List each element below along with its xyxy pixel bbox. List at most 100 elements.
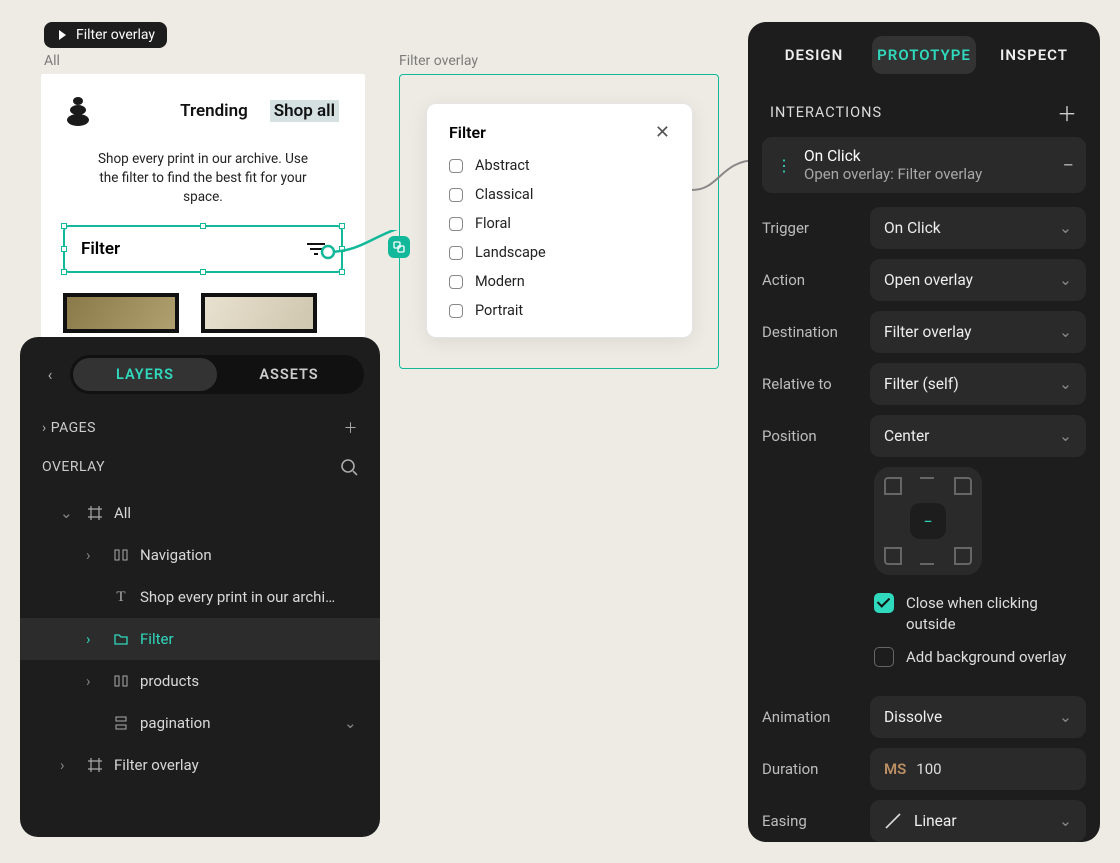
bg-overlay-row[interactable]: Add background overlay — [762, 641, 1086, 674]
checkbox-bg-overlay[interactable] — [874, 647, 894, 667]
trigger-select[interactable]: On Click⌄ — [870, 207, 1086, 249]
action-select[interactable]: Open overlay⌄ — [870, 259, 1086, 301]
filter-option[interactable]: Classical — [449, 186, 670, 203]
chevron-right-icon[interactable]: › — [86, 672, 102, 690]
checkbox[interactable] — [449, 159, 463, 173]
folder-icon — [112, 633, 130, 645]
products-row — [41, 273, 365, 333]
frame-icon — [86, 506, 104, 520]
add-page-icon[interactable]: ＋ — [344, 418, 359, 438]
position-grid[interactable]: − — [874, 467, 982, 575]
chevron-right-icon: › — [42, 420, 47, 436]
close-outside-row[interactable]: Close when clicking outside — [762, 587, 1086, 641]
filter-option[interactable]: Portrait — [449, 302, 670, 319]
drag-handle-icon[interactable]: ⋮ — [774, 156, 794, 175]
layer-pagination[interactable]: pagination ⌄ — [20, 702, 380, 744]
frame-label-all[interactable]: All — [44, 53, 60, 69]
easing-select[interactable]: Linear ⌄ — [870, 800, 1086, 842]
pages-row[interactable]: › PAGES ＋ — [20, 408, 380, 448]
chevron-down-icon: ⌄ — [1059, 323, 1072, 341]
chevron-right-icon[interactable]: › — [60, 756, 76, 774]
duration-input[interactable]: MS100 — [870, 748, 1086, 790]
filter-option[interactable]: Modern — [449, 273, 670, 290]
artboard-all[interactable]: Trending Shop all Shop every print in ou… — [41, 74, 365, 341]
filter-card-title: Filter — [449, 123, 486, 142]
filter-options: Abstract Classical Floral Landscape Mode… — [449, 157, 670, 319]
layer-filter[interactable]: › Filter — [20, 618, 380, 660]
brand-logo — [67, 96, 89, 126]
add-interaction-icon[interactable]: ＋ — [1057, 98, 1078, 127]
chevron-down-icon[interactable]: ⌄ — [60, 504, 76, 522]
filter-card: Filter ✕ Abstract Classical Floral Lands… — [426, 103, 693, 338]
artboard-filter-overlay[interactable]: Filter ✕ Abstract Classical Floral Lands… — [399, 74, 719, 369]
layer-all[interactable]: ⌄ All — [20, 492, 380, 534]
filter-option[interactable]: Landscape — [449, 244, 670, 261]
tab-layers[interactable]: LAYERS — [73, 358, 217, 391]
chevron-down-icon: ⌄ — [1059, 708, 1072, 726]
collapse-icon[interactable]: − — [1063, 153, 1074, 177]
play-icon — [56, 29, 68, 41]
filter-option[interactable]: Floral — [449, 215, 670, 232]
layer-text[interactable]: T Shop every print in our archi… — [20, 576, 380, 618]
position-center-icon[interactable]: − — [910, 503, 946, 539]
chevron-right-icon[interactable]: › — [86, 546, 102, 564]
chevron-down-icon[interactable]: ⌄ — [344, 714, 360, 732]
interaction-subtitle: Open overlay: Filter overlay — [804, 165, 1053, 183]
back-icon[interactable]: ‹ — [36, 365, 64, 384]
filter-button[interactable]: Filter — [63, 225, 343, 273]
chevron-right-icon[interactable]: › — [86, 630, 102, 648]
header: Trending Shop all — [41, 74, 365, 136]
layer-products[interactable]: › products — [20, 660, 380, 702]
layers-panel: ‹ LAYERS ASSETS › PAGES ＋ OVERLAY ⌄ All … — [20, 337, 380, 837]
chevron-down-icon: ⌄ — [1059, 812, 1072, 830]
text-icon: T — [112, 589, 130, 606]
chevron-down-icon: ⌄ — [1059, 219, 1072, 237]
chevron-down-icon: ⌄ — [1059, 375, 1072, 393]
position-select[interactable]: Center⌄ — [870, 415, 1086, 457]
checkbox[interactable] — [449, 217, 463, 231]
frame-label-overlay[interactable]: Filter overlay — [399, 53, 478, 69]
checkbox-close-outside[interactable] — [874, 593, 894, 613]
destination-label: Destination — [762, 323, 860, 341]
noodle-endpoint-icon[interactable] — [388, 236, 410, 258]
layer-navigation[interactable]: › Navigation — [20, 534, 380, 576]
animation-label: Animation — [762, 708, 860, 726]
interactions-heading: INTERACTIONS — [770, 104, 882, 121]
relative-label: Relative to — [762, 375, 860, 393]
interaction-title: On Click — [804, 147, 1053, 165]
search-icon[interactable] — [340, 458, 358, 476]
relative-select[interactable]: Filter (self)⌄ — [870, 363, 1086, 405]
nav-trending[interactable]: Trending — [180, 101, 248, 121]
tab-design[interactable]: DESIGN — [762, 36, 866, 74]
animation-select[interactable]: Dissolve⌄ — [870, 696, 1086, 738]
selected-frame-chip[interactable]: Filter overlay — [44, 22, 167, 48]
intro-text: Shop every print in our archive. Use the… — [41, 136, 365, 225]
trigger-label: Trigger — [762, 219, 860, 237]
duration-label: Duration — [762, 760, 860, 778]
close-icon[interactable]: ✕ — [655, 122, 670, 143]
nav-shop-all[interactable]: Shop all — [270, 100, 339, 122]
tab-prototype[interactable]: PROTOTYPE — [872, 36, 976, 74]
product-thumb — [201, 293, 317, 333]
layer-filter-overlay[interactable]: › Filter overlay — [20, 744, 380, 786]
panel-tab-switch: LAYERS ASSETS — [70, 355, 364, 394]
checkbox[interactable] — [449, 275, 463, 289]
destination-select[interactable]: Filter overlay⌄ — [870, 311, 1086, 353]
autolayout-v-icon — [112, 716, 130, 730]
filter-icon — [307, 242, 325, 256]
position-label: Position — [762, 427, 860, 445]
autolayout-h-icon — [112, 674, 130, 688]
overlay-heading: OVERLAY — [42, 459, 105, 475]
layer-tree: ⌄ All › Navigation T Shop every print in… — [20, 486, 380, 786]
prototype-panel: DESIGN PROTOTYPE INSPECT INTERACTIONS ＋ … — [748, 22, 1100, 842]
checkbox[interactable] — [449, 188, 463, 202]
chevron-down-icon: ⌄ — [1059, 271, 1072, 289]
checkbox[interactable] — [449, 246, 463, 260]
checkbox[interactable] — [449, 304, 463, 318]
interaction-card[interactable]: ⋮ On Click Open overlay: Filter overlay … — [762, 137, 1086, 193]
easing-label: Easing — [762, 812, 860, 830]
filter-option[interactable]: Abstract — [449, 157, 670, 174]
tab-assets[interactable]: ASSETS — [217, 358, 361, 391]
autolayout-h-icon — [112, 548, 130, 562]
tab-inspect[interactable]: INSPECT — [982, 36, 1086, 74]
